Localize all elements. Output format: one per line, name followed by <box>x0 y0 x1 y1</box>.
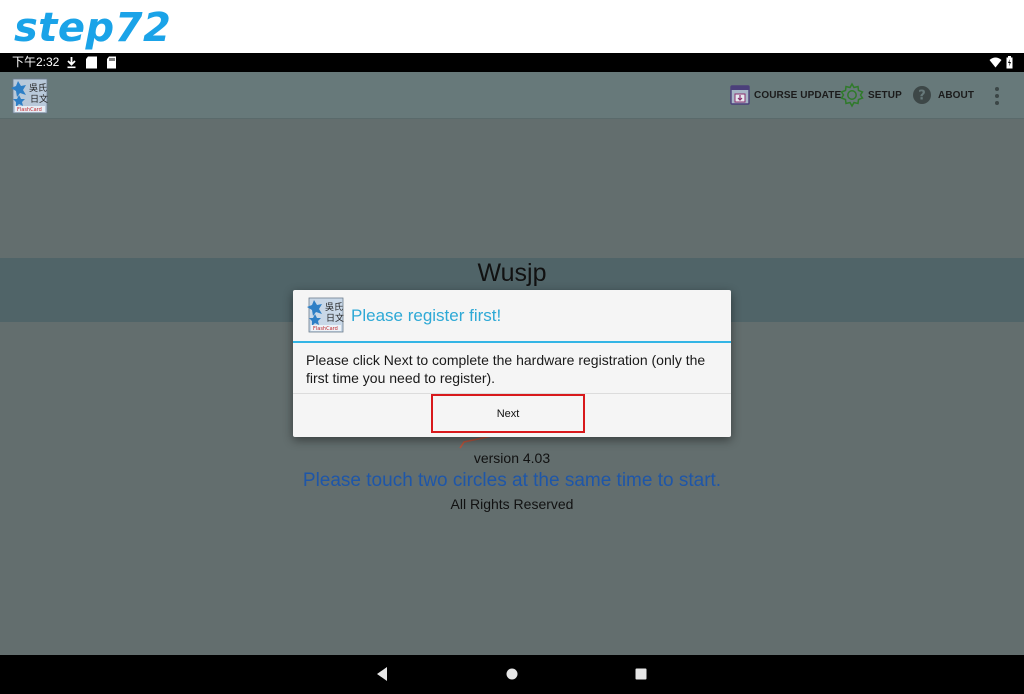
setup-label: SETUP <box>868 89 902 101</box>
step-banner: step72 <box>0 0 1024 53</box>
gear-icon <box>840 82 864 108</box>
status-bar: 下午2:32 <box>0 53 1024 72</box>
app-bar: 吳氏 日文 FlashCard COURSE UPDATE SETUP ? AB… <box>0 72 1024 119</box>
arrow-decoration-icon <box>459 435 493 449</box>
help-icon: ? <box>913 86 931 104</box>
rights-text: All Rights Reserved <box>450 496 574 512</box>
svg-text:日文: 日文 <box>326 312 344 324</box>
about-button[interactable]: ? ABOUT <box>912 72 974 118</box>
dialog-header: 吳氏 日文 FlashCard Please register first! <box>293 290 731 343</box>
back-icon[interactable] <box>375 665 389 683</box>
sd-card-icon <box>86 56 97 69</box>
recents-icon[interactable] <box>634 665 648 683</box>
register-dialog: 吳氏 日文 FlashCard Please register first! P… <box>293 290 731 437</box>
svg-text:吳氏: 吳氏 <box>325 302 343 313</box>
version-text: version 4.03 <box>473 450 551 466</box>
overflow-menu-icon[interactable] <box>990 86 1004 106</box>
course-update-label: COURSE UPDATE <box>754 89 842 101</box>
touch-hint: Please touch two circles at the same tim… <box>302 470 722 491</box>
dialog-message: Please click Next to complete the hardwa… <box>306 352 706 386</box>
svg-text:FlashCard: FlashCard <box>17 107 42 113</box>
course-update-icon <box>730 85 750 105</box>
course-update-button[interactable]: COURSE UPDATE <box>729 72 841 118</box>
dialog-title: Please register first! <box>351 306 502 325</box>
svg-text:吳氏: 吳氏 <box>29 83 47 94</box>
svg-text:日文: 日文 <box>30 93 48 105</box>
about-label: ABOUT <box>938 89 975 101</box>
flashcard-logo: 吳氏 日文 FlashCard <box>307 297 344 333</box>
status-time: 下午2:32 <box>12 55 60 69</box>
svg-text:FlashCard: FlashCard <box>313 326 338 332</box>
step-label: step72 <box>14 5 172 51</box>
next-button[interactable]: Next <box>431 394 585 433</box>
battery-icon <box>1006 56 1013 69</box>
setup-button[interactable]: SETUP <box>839 72 902 118</box>
flashcard-logo: 吳氏 日文 FlashCard <box>11 78 48 114</box>
home-icon[interactable] <box>505 665 519 683</box>
svg-text:?: ? <box>918 89 926 104</box>
app-title: Wusjp <box>477 259 547 287</box>
sd-card-small-icon <box>107 56 116 69</box>
navigation-bar <box>0 655 1024 694</box>
wifi-icon <box>989 57 1002 68</box>
download-icon <box>67 57 76 69</box>
